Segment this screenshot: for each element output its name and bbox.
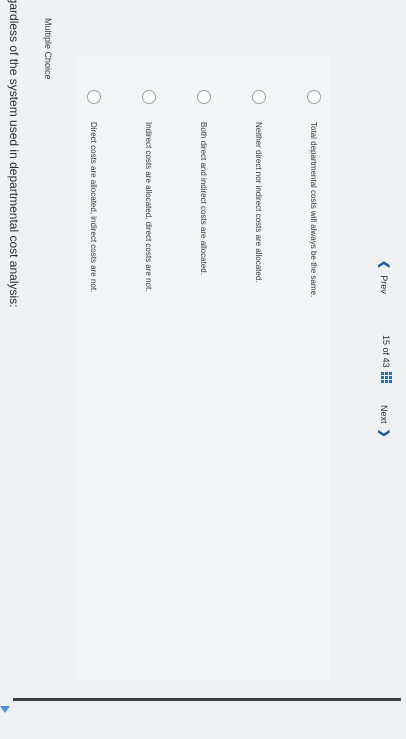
question-type-label: Multiple Choice: [43, 18, 53, 80]
prev-label: Prev: [379, 275, 390, 294]
answer-option-4[interactable]: Neither direct nor indirect costs are al…: [252, 90, 266, 283]
option-label: Neither direct nor indirect costs are al…: [254, 122, 264, 283]
answer-option-5[interactable]: Total departmental costs will always be …: [307, 90, 321, 297]
next-button[interactable]: Next ❯: [378, 405, 391, 438]
option-label: Total departmental costs will always be …: [309, 122, 319, 298]
radio-button[interactable]: [197, 90, 211, 104]
radio-button[interactable]: [142, 90, 156, 104]
window-edge-bar: [13, 698, 401, 701]
radio-button[interactable]: [87, 90, 101, 104]
question-text: egardless of the system used in departme…: [7, 0, 21, 308]
page-counter: 15 of 43: [381, 335, 391, 368]
quiz-page: egardless of the system used in departme…: [0, 0, 406, 739]
prev-button[interactable]: ❮ Prev: [378, 260, 391, 294]
next-label: Next: [379, 405, 390, 424]
answer-option-3[interactable]: Both direct and indirect costs are alloc…: [197, 90, 211, 275]
radio-button[interactable]: [307, 90, 321, 104]
arrow-icon: [0, 706, 10, 713]
radio-button[interactable]: [252, 90, 266, 104]
chevron-left-icon: ❮: [378, 260, 390, 270]
grid-icon[interactable]: [381, 372, 392, 383]
page-total: 43: [381, 357, 391, 368]
answer-option-2[interactable]: Indirect costs are allocated, direct cos…: [142, 90, 156, 291]
page-current: 15: [381, 335, 391, 346]
option-label: Direct costs are allocated, indirect cos…: [89, 122, 99, 293]
answer-options-panel: Direct costs are allocated, indirect cos…: [76, 55, 331, 680]
option-label: Both direct and indirect costs are alloc…: [199, 122, 209, 275]
chevron-right-icon: ❯: [378, 428, 390, 438]
answer-option-1[interactable]: Direct costs are allocated, indirect cos…: [87, 90, 101, 292]
page-of: of: [381, 347, 391, 356]
option-label: Indirect costs are allocated, direct cos…: [144, 122, 154, 292]
